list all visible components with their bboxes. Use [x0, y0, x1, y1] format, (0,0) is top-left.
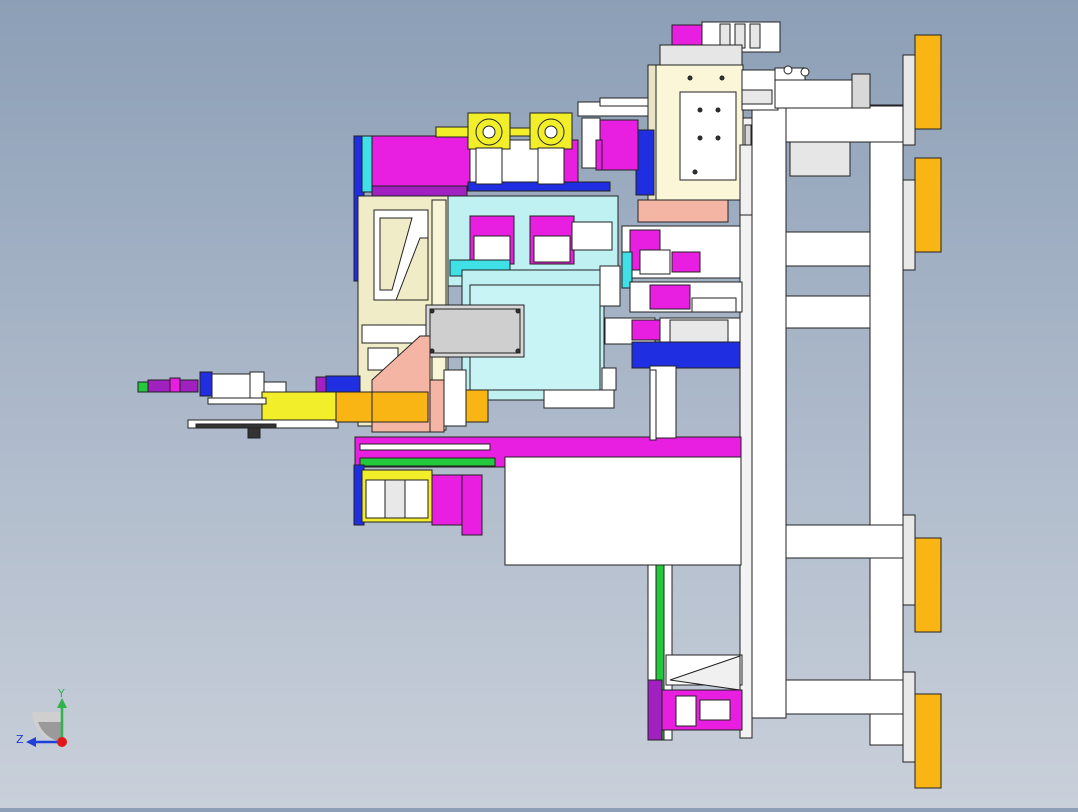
frame-beam: [784, 295, 871, 329]
axis-triad: Y Z: [16, 687, 67, 747]
orange-foot: [914, 693, 942, 789]
frame-post: [869, 104, 904, 526]
frame-beam: [784, 105, 904, 143]
frame-beam: [784, 231, 871, 267]
lower-beam: [353, 436, 742, 566]
main-column: [751, 107, 787, 719]
y-axis-label: Y: [57, 687, 65, 700]
frame-post: [869, 554, 904, 746]
orange-foot: [914, 34, 942, 130]
assembly-model[interactable]: Y Z: [0, 0, 1078, 808]
orange-foot: [914, 157, 942, 253]
z-axis-label: Z: [16, 733, 24, 746]
mid-right-mechanisms: [604, 225, 743, 439]
cad-3d-viewport[interactable]: Y Z: [0, 0, 1078, 808]
orange-foot: [914, 537, 942, 633]
x-axis-dot: [57, 737, 67, 747]
frame-beam: [784, 524, 904, 559]
frame-beam: [784, 679, 904, 715]
